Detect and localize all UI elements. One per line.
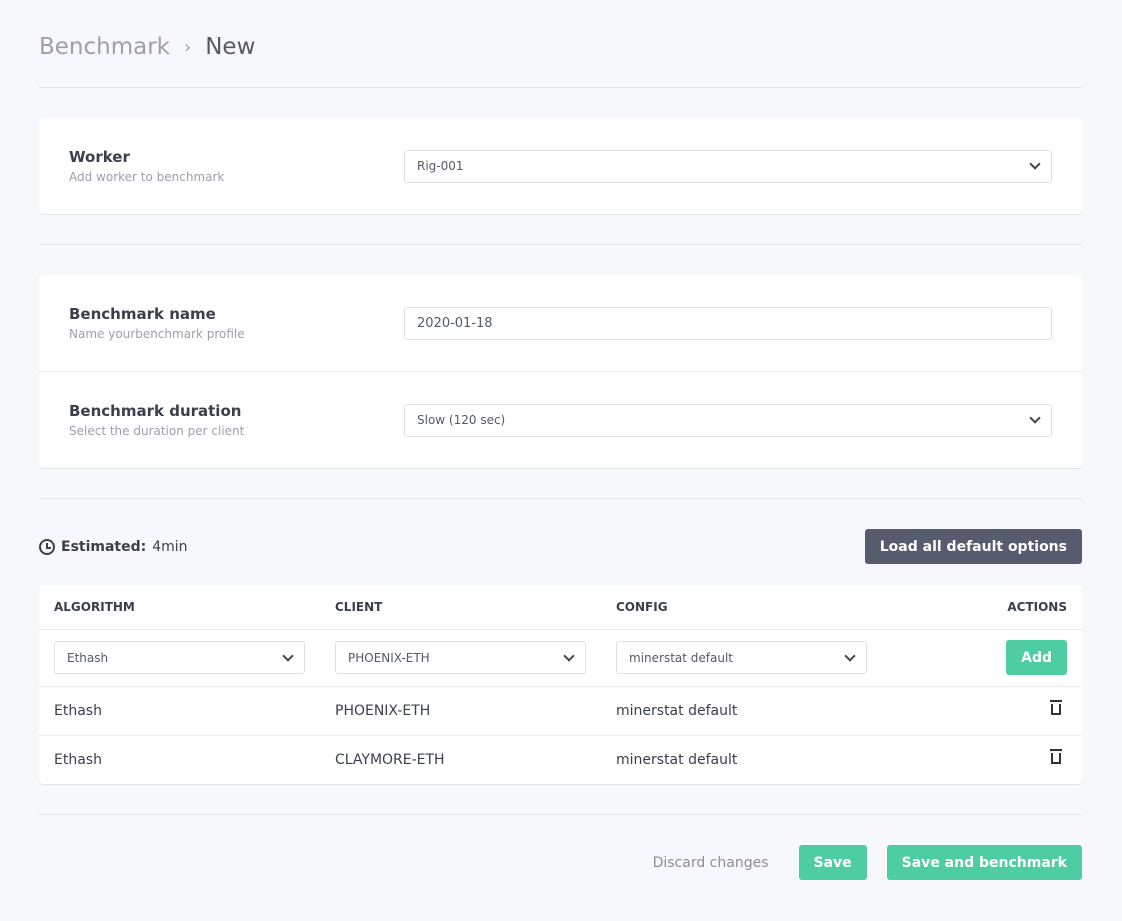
benchmark-name-input[interactable]: 2020-01-18 xyxy=(404,306,1052,340)
client-select[interactable]: PHOENIX-ETH xyxy=(335,641,586,674)
clock-icon xyxy=(39,538,55,555)
settings-card: Benchmark name Name yourbenchmark profile… xyxy=(39,275,1082,468)
estimated-value: 4min xyxy=(152,538,188,555)
discard-changes-link[interactable]: Discard changes xyxy=(653,855,769,871)
add-button[interactable]: Add xyxy=(1006,640,1067,675)
name-value: 2020-01-18 xyxy=(417,315,493,331)
chevron-down-icon xyxy=(844,649,856,662)
breadcrumb: Benchmark › New xyxy=(39,34,1082,60)
duration-label: Benchmark duration xyxy=(69,402,242,420)
worker-card: Worker Add worker to benchmark Rig-001 xyxy=(39,118,1082,214)
cell-config: minerstat default xyxy=(601,686,965,736)
estimated-label: Estimated: xyxy=(61,538,147,555)
divider xyxy=(39,87,1082,88)
breadcrumb-separator: › xyxy=(184,36,192,58)
name-label: Benchmark name xyxy=(69,305,216,323)
new-row: Ethash PHOENIX-ETH minerstat default Add xyxy=(39,629,1082,687)
header-algorithm: ALGORITHM xyxy=(39,585,320,630)
table-row: Ethash PHOENIX-ETH minerstat default xyxy=(39,686,1082,736)
worker-label: Worker xyxy=(69,148,130,166)
cell-config: minerstat default xyxy=(616,751,738,768)
config-value: minerstat default xyxy=(629,650,733,665)
worker-select[interactable]: Rig-001 xyxy=(404,149,1052,183)
duration-help: Select the duration per client xyxy=(69,424,245,438)
page-title: New xyxy=(205,34,256,60)
cell-algorithm: Ethash xyxy=(39,686,320,736)
table-header: ALGORITHM CLIENT CONFIG ACTIONS xyxy=(39,585,1082,630)
cell-algorithm: Ethash xyxy=(54,751,102,768)
worker-value: Rig-001 xyxy=(417,159,464,173)
divider xyxy=(39,814,1082,815)
divider xyxy=(39,498,1082,499)
divider xyxy=(39,244,1082,245)
client-value: PHOENIX-ETH xyxy=(348,650,430,665)
duration-select[interactable]: Slow (120 sec) xyxy=(404,403,1052,437)
save-button[interactable]: Save xyxy=(798,845,867,880)
chevron-down-icon xyxy=(563,649,575,662)
algorithm-value: Ethash xyxy=(67,650,109,665)
duration-value: Slow (120 sec) xyxy=(417,413,506,427)
load-default-options-button[interactable]: Load all default options xyxy=(864,529,1082,564)
chevron-down-icon xyxy=(282,649,294,662)
header-config: CONFIG xyxy=(601,585,965,630)
config-select[interactable]: minerstat default xyxy=(616,641,867,674)
cell-client: PHOENIX-ETH xyxy=(320,686,601,736)
chevron-down-icon xyxy=(1029,412,1041,424)
algorithm-select[interactable]: Ethash xyxy=(54,641,305,674)
name-help: Name yourbenchmark profile xyxy=(69,327,245,341)
chevron-down-icon xyxy=(1029,158,1041,170)
trash-icon[interactable] xyxy=(1050,699,1062,715)
save-and-benchmark-button[interactable]: Save and benchmark xyxy=(886,845,1082,880)
table-row: Ethash CLAYMORE-ETH minerstat default xyxy=(39,735,1082,784)
trash-icon[interactable] xyxy=(1050,748,1062,764)
header-client: CLIENT xyxy=(320,585,601,630)
footer-actions: Discard changes Save Save and benchmark xyxy=(39,845,1082,880)
estimate-bar: Estimated: 4min Load all default options xyxy=(39,529,1082,564)
header-actions: ACTIONS xyxy=(964,585,1082,630)
breadcrumb-parent[interactable]: Benchmark xyxy=(39,34,170,60)
worker-help: Add worker to benchmark xyxy=(69,170,225,184)
clients-table: ALGORITHM CLIENT CONFIG ACTIONS Ethash P… xyxy=(39,585,1082,784)
cell-client: CLAYMORE-ETH xyxy=(335,751,445,768)
